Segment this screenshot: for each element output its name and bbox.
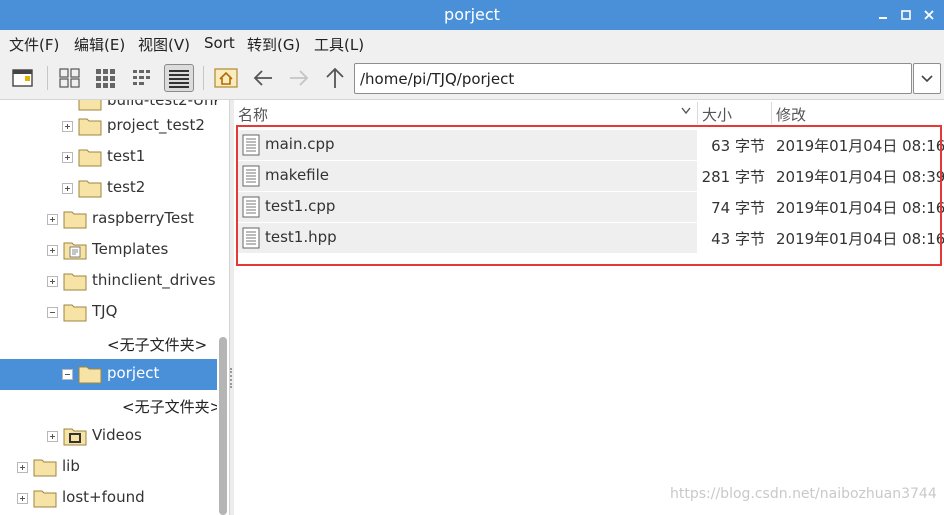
tree-item-lib[interactable]: lib <box>0 452 217 483</box>
column-separator <box>697 102 698 124</box>
folder-icon <box>78 366 102 384</box>
file-size: 281 字节 <box>701 168 765 186</box>
menu-sort[interactable]: Sort <box>204 34 235 52</box>
expand-icon[interactable] <box>47 214 58 225</box>
file-name-cell[interactable]: main.cpp <box>238 130 697 160</box>
text-file-icon <box>242 196 260 218</box>
tree-item-tjq[interactable]: TJQ <box>0 297 217 328</box>
icon-view-icon[interactable] <box>55 64 85 92</box>
folder-icon <box>63 273 87 291</box>
tree-item-test2[interactable]: test2 <box>0 173 217 204</box>
up-arrow-icon[interactable] <box>320 64 350 92</box>
file-modified: 2019年01月04日 08:39 <box>776 168 944 186</box>
close-icon[interactable] <box>920 6 938 24</box>
path-field[interactable] <box>354 63 912 94</box>
menu-bar: 文件(F) 编辑(E) 视图(V) Sort 转到(G) 工具(L) <box>0 30 944 58</box>
text-file-icon <box>242 165 260 187</box>
file-row[interactable]: main.cpp 63 字节 2019年01月04日 08:16 <box>238 130 944 161</box>
file-size: 63 字节 <box>711 137 765 155</box>
expand-icon[interactable] <box>17 493 28 504</box>
file-row[interactable]: test1.cpp 74 字节 2019年01月04日 08:16 <box>238 192 944 223</box>
expand-icon[interactable] <box>47 245 58 256</box>
file-size: 74 字节 <box>711 199 765 217</box>
no-subfolder-label: <无子文件夹> <box>122 398 217 416</box>
file-name: main.cpp <box>265 135 335 153</box>
tree-item-lost-found[interactable]: lost+found <box>0 483 217 514</box>
compact-view-icon[interactable] <box>128 64 158 92</box>
file-name-cell[interactable]: makefile <box>238 161 697 191</box>
column-header-name[interactable]: 名称 <box>238 104 268 125</box>
collapse-icon[interactable] <box>47 307 58 318</box>
folder-icon <box>78 100 102 111</box>
tree-item-templates[interactable]: Templates <box>0 235 217 266</box>
toolbar-separator <box>203 66 204 90</box>
sort-descending-icon[interactable] <box>680 106 692 116</box>
column-header-size[interactable]: 大小 <box>702 104 732 125</box>
menu-tools[interactable]: 工具(L) <box>314 34 364 55</box>
forward-arrow-icon[interactable] <box>284 64 314 92</box>
folder-icon <box>63 211 87 229</box>
back-arrow-icon[interactable] <box>248 64 278 92</box>
sidebar-scroll-thumb[interactable] <box>219 337 227 515</box>
file-name: test1.cpp <box>265 197 336 215</box>
home-icon[interactable] <box>211 64 241 92</box>
window-title: porject <box>444 5 500 24</box>
file-name: makefile <box>265 166 330 184</box>
file-name-cell[interactable]: test1.cpp <box>238 192 697 222</box>
expand-icon[interactable] <box>62 183 73 194</box>
new-window-icon[interactable] <box>8 64 38 92</box>
text-file-icon <box>242 134 260 156</box>
menu-file[interactable]: 文件(F) <box>9 34 59 55</box>
expand-icon[interactable] <box>47 276 58 287</box>
file-name: test1.hpp <box>265 228 337 246</box>
folder-icon <box>33 490 57 508</box>
expand-icon[interactable] <box>62 121 73 132</box>
maximize-icon[interactable] <box>897 6 915 24</box>
column-header-modified[interactable]: 修改 <box>776 104 806 125</box>
expand-icon[interactable] <box>62 152 73 163</box>
path-dropdown-button[interactable] <box>913 63 941 94</box>
file-modified: 2019年01月04日 08:16 <box>776 230 944 248</box>
toolbar-separator <box>47 66 48 90</box>
tree-item-porject[interactable]: porject <box>0 359 217 390</box>
folder-icon <box>63 304 87 322</box>
collapse-icon[interactable] <box>62 369 73 380</box>
detailed-list-view-icon[interactable] <box>164 64 194 92</box>
file-modified: 2019年01月04日 08:16 <box>776 137 944 155</box>
expand-icon[interactable] <box>17 462 28 473</box>
tree-item-videos[interactable]: Videos <box>0 421 217 452</box>
path-input[interactable] <box>355 64 911 93</box>
expand-icon[interactable] <box>47 431 58 442</box>
folder-icon <box>33 459 57 477</box>
file-row[interactable]: makefile 281 字节 2019年01月04日 08:39 <box>238 161 944 192</box>
title-bar: porject <box>0 0 944 30</box>
templates-folder-icon <box>63 242 87 260</box>
tree-item-thinclient-drives[interactable]: thinclient_drives <box>0 266 217 297</box>
minimize-icon[interactable] <box>874 6 892 24</box>
videos-folder-icon <box>63 428 87 446</box>
menu-go[interactable]: 转到(G) <box>247 34 300 55</box>
tree-item-raspberrytest[interactable]: raspberryTest <box>0 204 217 235</box>
folder-icon <box>78 180 102 198</box>
file-row[interactable]: test1.hpp 43 字节 2019年01月04日 08:16 <box>238 223 944 254</box>
toolbar <box>0 58 944 100</box>
folder-icon <box>78 149 102 167</box>
column-separator <box>771 102 772 124</box>
tree-item-test1[interactable]: test1 <box>0 142 217 173</box>
thumbnail-view-icon[interactable] <box>91 64 121 92</box>
no-subfolder-label: <无子文件夹> <box>107 336 208 354</box>
file-size: 43 字节 <box>711 230 765 248</box>
file-list: 名称 大小 修改 main.cpp 63 字节 2019年01月04日 08:1… <box>234 100 944 515</box>
chevron-down-icon <box>921 74 933 82</box>
text-file-icon <box>242 227 260 249</box>
menu-edit[interactable]: 编辑(E) <box>74 34 125 55</box>
pane-resize-grip[interactable] <box>230 368 232 388</box>
watermark: https://blog.csdn.net/naibozhuan3744 <box>670 486 937 502</box>
tree-item-project-test2[interactable]: project_test2 <box>0 111 217 142</box>
file-modified: 2019年01月04日 08:16 <box>776 199 944 217</box>
directory-tree: build-test2-Unk project_test2 test1 test… <box>0 100 217 515</box>
menu-view[interactable]: 视图(V) <box>138 34 190 55</box>
folder-icon <box>78 118 102 136</box>
file-name-cell[interactable]: test1.hpp <box>238 223 697 253</box>
